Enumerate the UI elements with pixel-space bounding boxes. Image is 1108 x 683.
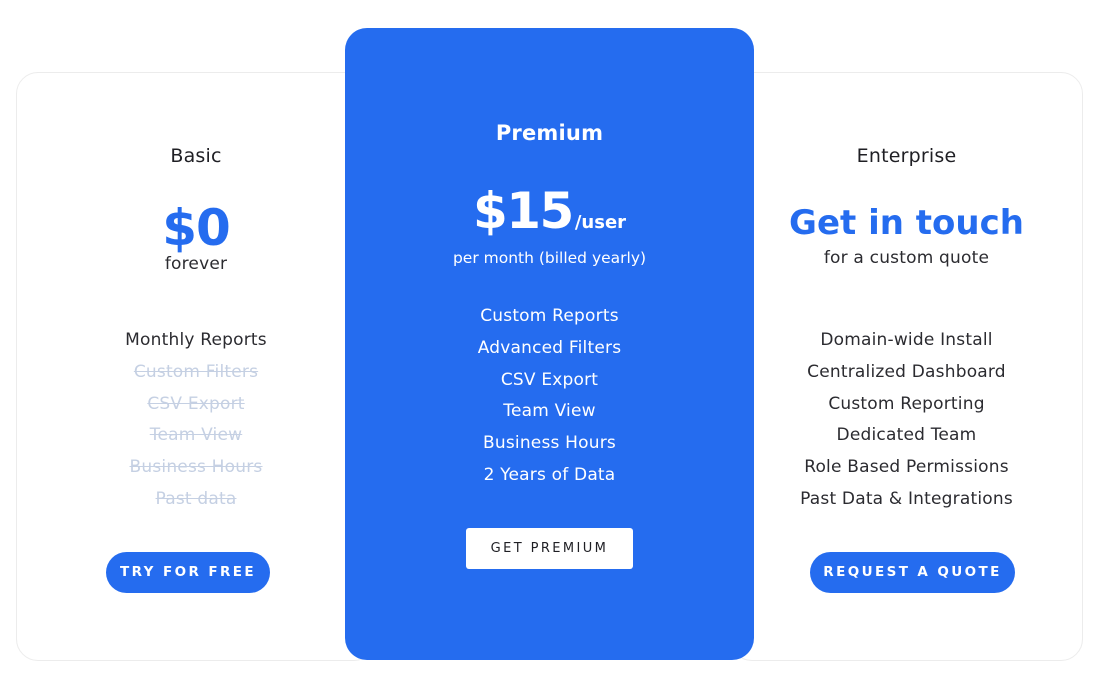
feature-list: Custom Reports Advanced Filters CSV Expo… [345, 301, 754, 492]
plan-price-note: forever [164, 254, 228, 274]
feature-list: Monthly Reports Custom Filters CSV Expor… [17, 325, 375, 516]
plan-name: Basic [170, 145, 222, 167]
feature-item: Past Data & Integrations [800, 488, 1013, 509]
feature-list: Domain-wide Install Centralized Dashboar… [731, 325, 1082, 516]
feature-item: Centralized Dashboard [807, 361, 1006, 382]
feature-item: Domain-wide Install [820, 330, 993, 350]
feature-item: Team View [149, 425, 243, 446]
feature-item: Role Based Permissions [804, 457, 1009, 478]
feature-item: Business Hours [483, 433, 616, 454]
plan-price-note: for a custom quote [823, 248, 990, 268]
try-for-free-button[interactable]: TRY FOR FREE [106, 552, 270, 593]
price-unit: /user [574, 212, 627, 233]
plan-card-basic: Basic $0 forever Monthly Reports Custom … [16, 72, 376, 661]
price-amount: $15 [472, 182, 574, 240]
feature-item: Custom Reporting [828, 393, 985, 414]
request-a-quote-button[interactable]: REQUEST A QUOTE [810, 552, 1015, 593]
plan-name: Enterprise [856, 145, 957, 167]
get-premium-button[interactable]: GET PREMIUM [466, 528, 633, 569]
feature-item: Custom Filters [133, 361, 259, 382]
feature-item: 2 Years of Data [483, 464, 616, 485]
feature-item: Dedicated Team [836, 425, 977, 446]
billing-note: per month (billed yearly) [452, 249, 647, 267]
feature-item: Custom Reports [480, 306, 619, 326]
feature-item: Team View [503, 401, 596, 422]
feature-item: Business Hours [129, 457, 263, 478]
feature-item: CSV Export [500, 369, 599, 390]
feature-item: Past data [155, 488, 237, 509]
plan-price: $15/user [345, 176, 754, 258]
plan-card-enterprise: Enterprise Get in touch for a custom quo… [730, 72, 1083, 661]
plan-price: Get in touch [789, 203, 1024, 243]
feature-item: Monthly Reports [125, 330, 267, 350]
plan-card-premium: Premium $15/user per month (billed yearl… [345, 28, 754, 660]
feature-item: Advanced Filters [477, 337, 622, 358]
plan-name: Premium [495, 121, 604, 145]
pricing-section: Basic $0 forever Monthly Reports Custom … [0, 0, 1108, 683]
feature-item: CSV Export [147, 393, 245, 414]
plan-price: $0 [162, 199, 231, 257]
